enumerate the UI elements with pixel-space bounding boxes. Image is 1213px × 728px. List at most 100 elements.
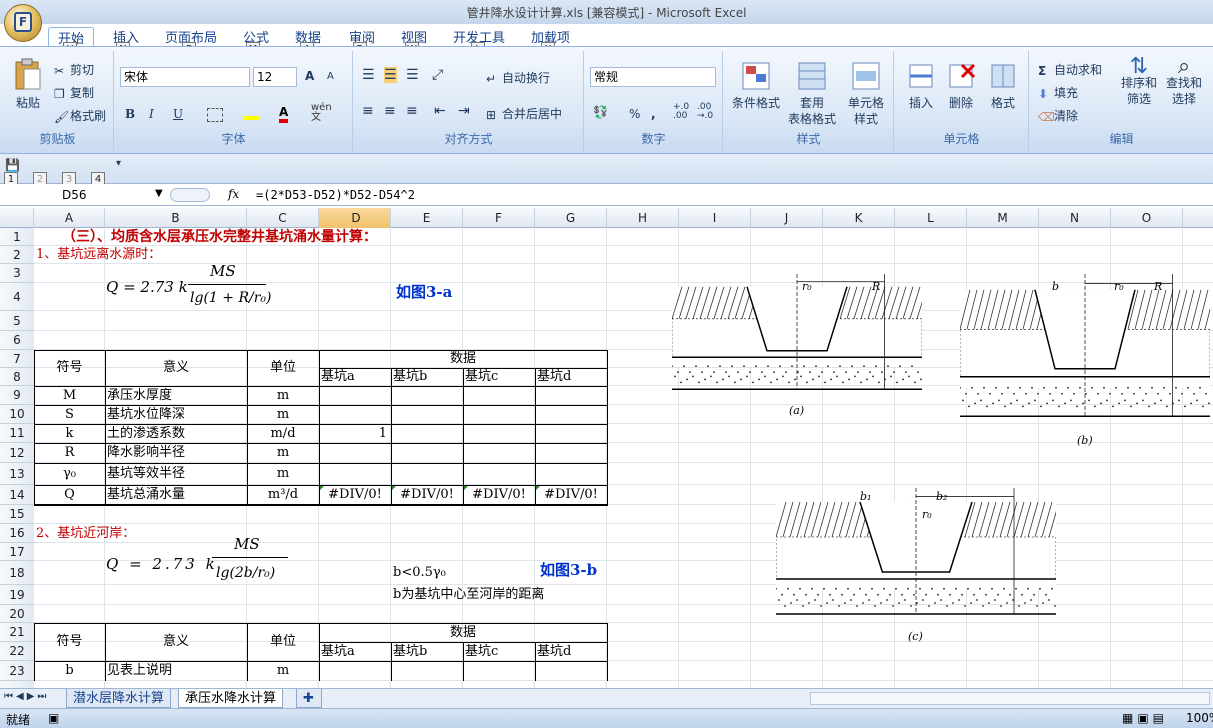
symbol-cell[interactable]: M xyxy=(34,386,105,405)
unit-cell[interactable]: m xyxy=(247,386,319,405)
pit-header[interactable]: 基坑c xyxy=(463,642,535,661)
indent-decrease-icon[interactable]: ⇤ xyxy=(434,103,446,119)
row-header[interactable]: 5 xyxy=(0,311,34,331)
row-header[interactable]: 23 xyxy=(0,661,34,681)
macro-record-icon[interactable]: ▣ xyxy=(48,711,59,725)
data-cell[interactable] xyxy=(463,386,535,405)
meaning-cell[interactable]: 土的渗透系数 xyxy=(107,424,247,443)
symbol-cell[interactable]: γ₀ xyxy=(34,463,105,485)
find-select-button[interactable]: ⌕ 查找和 选择 xyxy=(1162,56,1206,107)
pit-header[interactable]: 基坑b xyxy=(391,368,463,386)
data-cell[interactable] xyxy=(535,463,607,485)
font-name-select[interactable]: 宋体 xyxy=(120,67,250,87)
font-color-button[interactable]: A xyxy=(279,105,289,123)
name-box-dropdown-icon[interactable]: ▼ xyxy=(155,188,163,199)
data-cell[interactable] xyxy=(535,443,607,463)
data-cell[interactable] xyxy=(319,443,391,463)
symbol-cell[interactable]: S xyxy=(34,405,105,424)
note-cell[interactable]: b为基坑中心至河岸的距离 xyxy=(393,585,653,605)
data-cell[interactable] xyxy=(535,405,607,424)
unit-cell[interactable]: m xyxy=(247,661,319,681)
horizontal-scrollbar[interactable] xyxy=(810,692,1210,705)
save-icon[interactable]: 💾 xyxy=(5,158,20,172)
align-bottom-icon[interactable]: ☰ xyxy=(406,67,419,83)
unit-cell[interactable]: m xyxy=(247,405,319,424)
header-meaning[interactable]: 意义 xyxy=(105,623,247,661)
currency-icon[interactable]: 💱 xyxy=(593,105,608,119)
orientation-icon[interactable]: ⤢ xyxy=(432,67,443,83)
align-center-icon[interactable]: ≡ xyxy=(384,103,396,119)
row-header[interactable]: 7 xyxy=(0,350,34,368)
fx-button[interactable]: fx xyxy=(228,187,239,201)
row-header[interactable]: 12 xyxy=(0,443,34,463)
decrease-decimal-button[interactable]: .00 →.0 xyxy=(697,103,713,121)
col-header[interactable]: I xyxy=(679,208,751,228)
unit-cell[interactable]: m xyxy=(247,463,319,485)
col-header[interactable]: B xyxy=(105,208,247,228)
autosum-button[interactable]: Σ 自动求和 xyxy=(1038,61,1102,78)
formula-input[interactable]: =(2*D53-D52)*D52-D54^2 xyxy=(256,186,415,204)
worksheet-grid[interactable]: （三）、均质含水层承压水完整井基坑涌水量计算： 1、基坑远离水源时： 如图3-a Q… xyxy=(34,228,1213,688)
figure-ref-a[interactable]: 如图3-a xyxy=(396,281,452,302)
row-header[interactable]: 2 xyxy=(0,246,34,264)
header-data[interactable]: 数据 xyxy=(319,350,607,368)
row-header[interactable]: 18 xyxy=(0,561,34,585)
data-cell[interactable]: #DIV/0! xyxy=(535,485,607,505)
row-header[interactable]: 19 xyxy=(0,585,34,605)
col-header[interactable]: M xyxy=(967,208,1039,228)
unit-cell[interactable]: m³/d xyxy=(247,485,319,505)
header-meaning[interactable]: 意义 xyxy=(105,350,247,386)
header-symbol[interactable]: 符号 xyxy=(34,350,105,386)
meaning-cell[interactable]: 降水影响半径 xyxy=(107,443,247,463)
col-header[interactable]: L xyxy=(895,208,967,228)
data-cell[interactable] xyxy=(391,405,463,424)
data-cell[interactable]: 1 xyxy=(319,424,391,443)
data-cell[interactable] xyxy=(535,424,607,443)
data-cell[interactable] xyxy=(319,463,391,485)
data-cell[interactable] xyxy=(463,424,535,443)
pit-header[interactable]: 基坑d xyxy=(535,368,607,386)
symbol-cell[interactable]: Q xyxy=(34,485,105,505)
indent-increase-icon[interactable]: ⇥ xyxy=(458,103,470,119)
row-header[interactable]: 15 xyxy=(0,505,34,524)
fill-button[interactable]: ⬇ 填充 xyxy=(1038,84,1078,101)
col-header[interactable]: C xyxy=(247,208,319,228)
align-left-icon[interactable]: ≡ xyxy=(362,103,374,119)
data-cell[interactable] xyxy=(391,424,463,443)
col-header[interactable]: J xyxy=(751,208,823,228)
row-header[interactable]: 21 xyxy=(0,623,34,642)
meaning-cell[interactable]: 基坑总涌水量 xyxy=(107,485,247,505)
col-header[interactable]: K xyxy=(823,208,895,228)
col-header[interactable]: N xyxy=(1039,208,1111,228)
heading-cell[interactable]: （三）、均质含水层承压水完整井基坑涌水量计算： xyxy=(62,228,662,246)
row-header[interactable]: 1 xyxy=(0,228,34,246)
col-header[interactable]: O xyxy=(1111,208,1183,228)
condition-cell[interactable]: b<0.5γ₀ xyxy=(393,561,533,585)
pit-header[interactable]: 基坑a xyxy=(319,642,391,661)
zoom-level[interactable]: 100% xyxy=(1186,711,1213,725)
font-size-select[interactable]: 12 xyxy=(253,67,297,87)
percent-button[interactable]: % xyxy=(629,107,640,121)
row-header[interactable]: 14 xyxy=(0,485,34,505)
symbol-cell[interactable]: b xyxy=(34,661,105,681)
view-buttons-icon[interactable]: ▦▣▤ xyxy=(1122,711,1168,725)
data-cell[interactable] xyxy=(319,405,391,424)
meaning-cell[interactable]: 基坑水位降深 xyxy=(107,405,247,424)
meaning-cell[interactable]: 基坑等效半径 xyxy=(107,463,247,485)
align-top-icon[interactable]: ☰ xyxy=(362,67,375,83)
row-header[interactable]: 13 xyxy=(0,463,34,485)
row-header[interactable]: 6 xyxy=(0,331,34,350)
data-cell[interactable]: #DIV/0! xyxy=(463,485,535,505)
section-title-cell[interactable]: 2、基坑近河岸： xyxy=(36,524,336,543)
grow-font-button[interactable]: A xyxy=(305,69,314,83)
header-unit[interactable]: 单位 xyxy=(247,623,319,661)
splitter-handle[interactable] xyxy=(170,188,210,202)
row-header[interactable]: 4 xyxy=(0,283,34,311)
row-header[interactable]: 22 xyxy=(0,642,34,661)
insert-cells-button[interactable]: 插入 xyxy=(901,61,941,111)
table-format-button[interactable]: 套用 表格格式 xyxy=(786,61,838,127)
sheet-nav-arrows-icon[interactable]: ⏮◀▶⏭ xyxy=(4,691,49,702)
unit-cell[interactable]: m/d xyxy=(247,424,319,443)
cut-button[interactable]: ✂ 剪切 xyxy=(54,61,94,78)
insert-sheet-icon[interactable]: ✚ xyxy=(296,689,322,708)
